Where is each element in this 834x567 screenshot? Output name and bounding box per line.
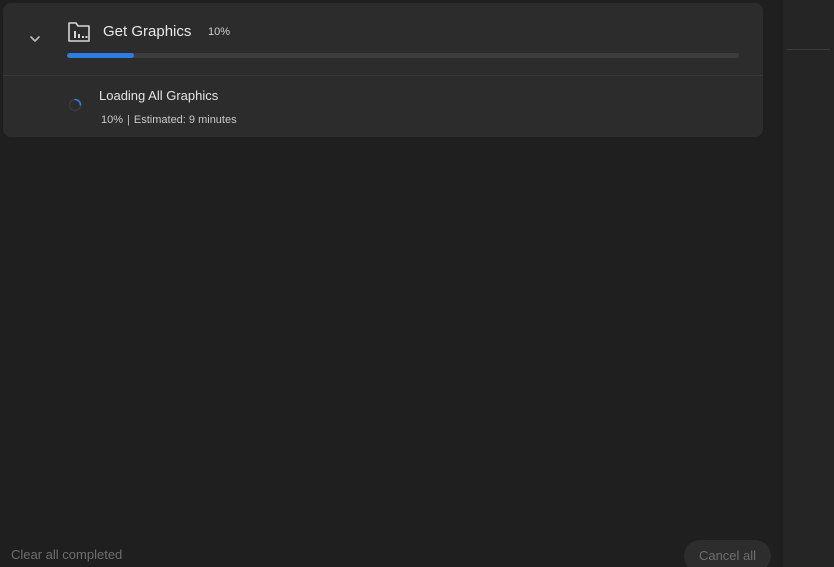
task-row: Loading All Graphics 10% | Estimated: 9 mi…	[3, 76, 763, 137]
side-panel	[783, 0, 834, 567]
downloads-window: Get Graphics 10% Loading All Graphics 10…	[0, 0, 834, 567]
job-progress-bar	[67, 53, 739, 58]
clear-all-completed-link[interactable]: Clear all completed	[11, 547, 122, 563]
cancel-all-button[interactable]: Cancel all	[684, 540, 771, 567]
task-title: Loading All Graphics	[99, 88, 219, 103]
job-progress-fill	[67, 53, 135, 58]
job-percent: 10%	[208, 26, 231, 38]
task-status: 10% | Estimated: 9 minutes	[101, 113, 237, 127]
chevron-down-icon[interactable]	[27, 31, 43, 47]
folder-chart-icon	[68, 22, 90, 42]
side-panel-divider	[787, 49, 830, 50]
spinner-icon	[68, 98, 82, 112]
job-header: Get Graphics 10%	[3, 3, 763, 75]
job-card: Get Graphics 10% Loading All Graphics 10…	[3, 3, 763, 137]
job-title: Get Graphics	[103, 23, 192, 40]
task-estimate: Estimated: 9 minutes	[133, 114, 237, 126]
task-separator: |	[127, 114, 130, 126]
task-percent: 10%	[101, 114, 124, 126]
